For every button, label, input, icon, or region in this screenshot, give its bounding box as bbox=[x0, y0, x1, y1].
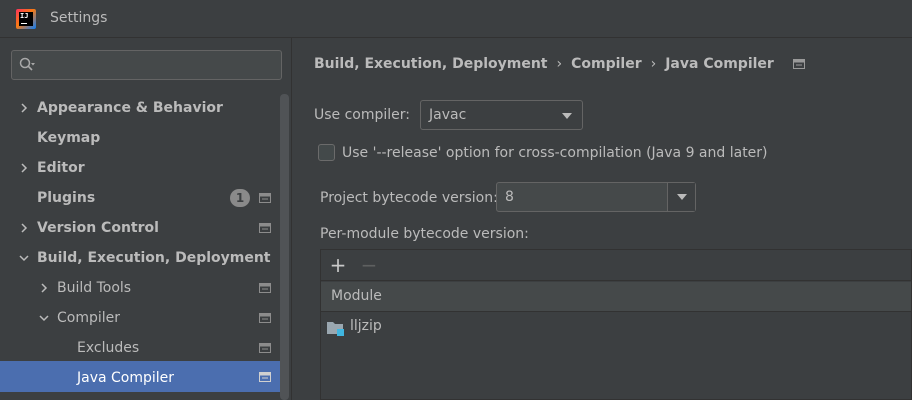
sidebar-item-label: Build Tools bbox=[57, 280, 132, 296]
settings-sidebar: Appearance & Behavior Keymap Editor Plug… bbox=[0, 38, 292, 400]
sidebar-item-version-control[interactable]: Version Control bbox=[0, 213, 280, 243]
use-compiler-select[interactable]: Javac bbox=[420, 100, 583, 130]
table-toolbar: + − bbox=[321, 250, 911, 281]
sidebar-item-label: Editor bbox=[37, 160, 85, 176]
project-settings-icon bbox=[259, 313, 271, 323]
sidebar-item-label: Appearance & Behavior bbox=[37, 100, 223, 116]
chevron-right-icon[interactable] bbox=[18, 222, 30, 234]
project-settings-icon bbox=[259, 372, 271, 382]
project-settings-icon bbox=[259, 193, 271, 203]
intellij-app-icon: IJ bbox=[16, 9, 36, 29]
breadcrumb: Build, Execution, Deployment › Compiler › Ja… bbox=[314, 56, 805, 72]
use-compiler-label: Use compiler: bbox=[314, 107, 411, 123]
sidebar-item-label: Excludes bbox=[77, 340, 140, 356]
add-icon[interactable]: + bbox=[327, 255, 349, 277]
chevron-down-icon[interactable] bbox=[18, 252, 30, 264]
sidebar-item-label: Version Control bbox=[37, 220, 159, 236]
sidebar-item-build-tools[interactable]: Build Tools bbox=[0, 273, 280, 303]
sidebar-item-label: Build, Execution, Deployment bbox=[37, 250, 271, 266]
updates-count-badge: 1 bbox=[230, 189, 250, 207]
title-bar: IJ Settings bbox=[0, 0, 912, 38]
sidebar-item-keymap[interactable]: Keymap bbox=[0, 123, 280, 153]
module-bytecode-table: + − Module lljzip bbox=[320, 249, 912, 400]
sidebar-item-compiler[interactable]: Compiler bbox=[0, 303, 280, 333]
project-bytecode-dropdown-button[interactable] bbox=[667, 183, 695, 211]
window-title: Settings bbox=[50, 10, 108, 26]
search-input[interactable] bbox=[11, 50, 282, 80]
breadcrumb-item[interactable]: Compiler bbox=[571, 56, 642, 72]
sidebar-item-appearance-behavior[interactable]: Appearance & Behavior bbox=[0, 93, 280, 123]
module-folder-icon bbox=[327, 322, 344, 336]
dropdown-caret-icon bbox=[677, 194, 687, 200]
sidebar-item-label: Plugins bbox=[37, 190, 96, 206]
breadcrumb-item[interactable]: Build, Execution, Deployment bbox=[314, 56, 548, 72]
settings-content: Build, Execution, Deployment › Compiler › Ja… bbox=[293, 38, 912, 400]
sidebar-item-excludes[interactable]: Excludes bbox=[0, 333, 280, 363]
project-settings-icon bbox=[259, 343, 271, 353]
sidebar-item-build-execution-deployment[interactable]: Build, Execution, Deployment bbox=[0, 243, 280, 273]
project-settings-icon bbox=[259, 283, 271, 293]
chevron-right-icon[interactable] bbox=[18, 162, 30, 174]
table-header[interactable]: Module bbox=[321, 282, 911, 312]
sidebar-item-editor[interactable]: Editor bbox=[0, 153, 280, 183]
chevron-down-icon[interactable] bbox=[38, 312, 50, 324]
release-option-checkbox[interactable] bbox=[318, 144, 335, 161]
chevron-right-icon[interactable] bbox=[38, 282, 50, 294]
remove-icon: − bbox=[360, 253, 378, 277]
project-bytecode-combo[interactable]: 8 bbox=[496, 182, 696, 212]
module-name: lljzip bbox=[350, 318, 382, 334]
sidebar-item-label: Compiler bbox=[57, 310, 121, 326]
sidebar-item-java-compiler[interactable]: Java Compiler bbox=[0, 361, 280, 392]
sidebar-item-label: Keymap bbox=[37, 130, 101, 146]
chevron-right-icon[interactable] bbox=[18, 102, 30, 114]
sidebar-item-plugins[interactable]: Plugins 1 bbox=[0, 183, 280, 213]
release-option-label[interactable]: Use '--release' option for cross-compila… bbox=[342, 145, 768, 161]
project-bytecode-label: Project bytecode version: bbox=[320, 190, 498, 206]
project-settings-icon bbox=[792, 59, 805, 69]
breadcrumb-item: Java Compiler bbox=[665, 56, 774, 72]
per-module-bytecode-label: Per-module bytecode version: bbox=[320, 226, 529, 242]
project-bytecode-value: 8 bbox=[505, 189, 514, 205]
sidebar-scrollbar[interactable] bbox=[280, 94, 289, 400]
breadcrumb-separator: › bbox=[650, 56, 657, 72]
search-icon bbox=[19, 57, 35, 71]
project-settings-icon bbox=[259, 223, 271, 233]
use-compiler-value: Javac bbox=[429, 107, 467, 123]
breadcrumb-separator: › bbox=[556, 56, 563, 72]
sidebar-item-label: Java Compiler bbox=[77, 370, 175, 386]
table-row[interactable]: lljzip bbox=[321, 313, 911, 343]
column-header-module[interactable]: Module bbox=[331, 288, 382, 304]
dropdown-caret-icon bbox=[562, 113, 572, 119]
